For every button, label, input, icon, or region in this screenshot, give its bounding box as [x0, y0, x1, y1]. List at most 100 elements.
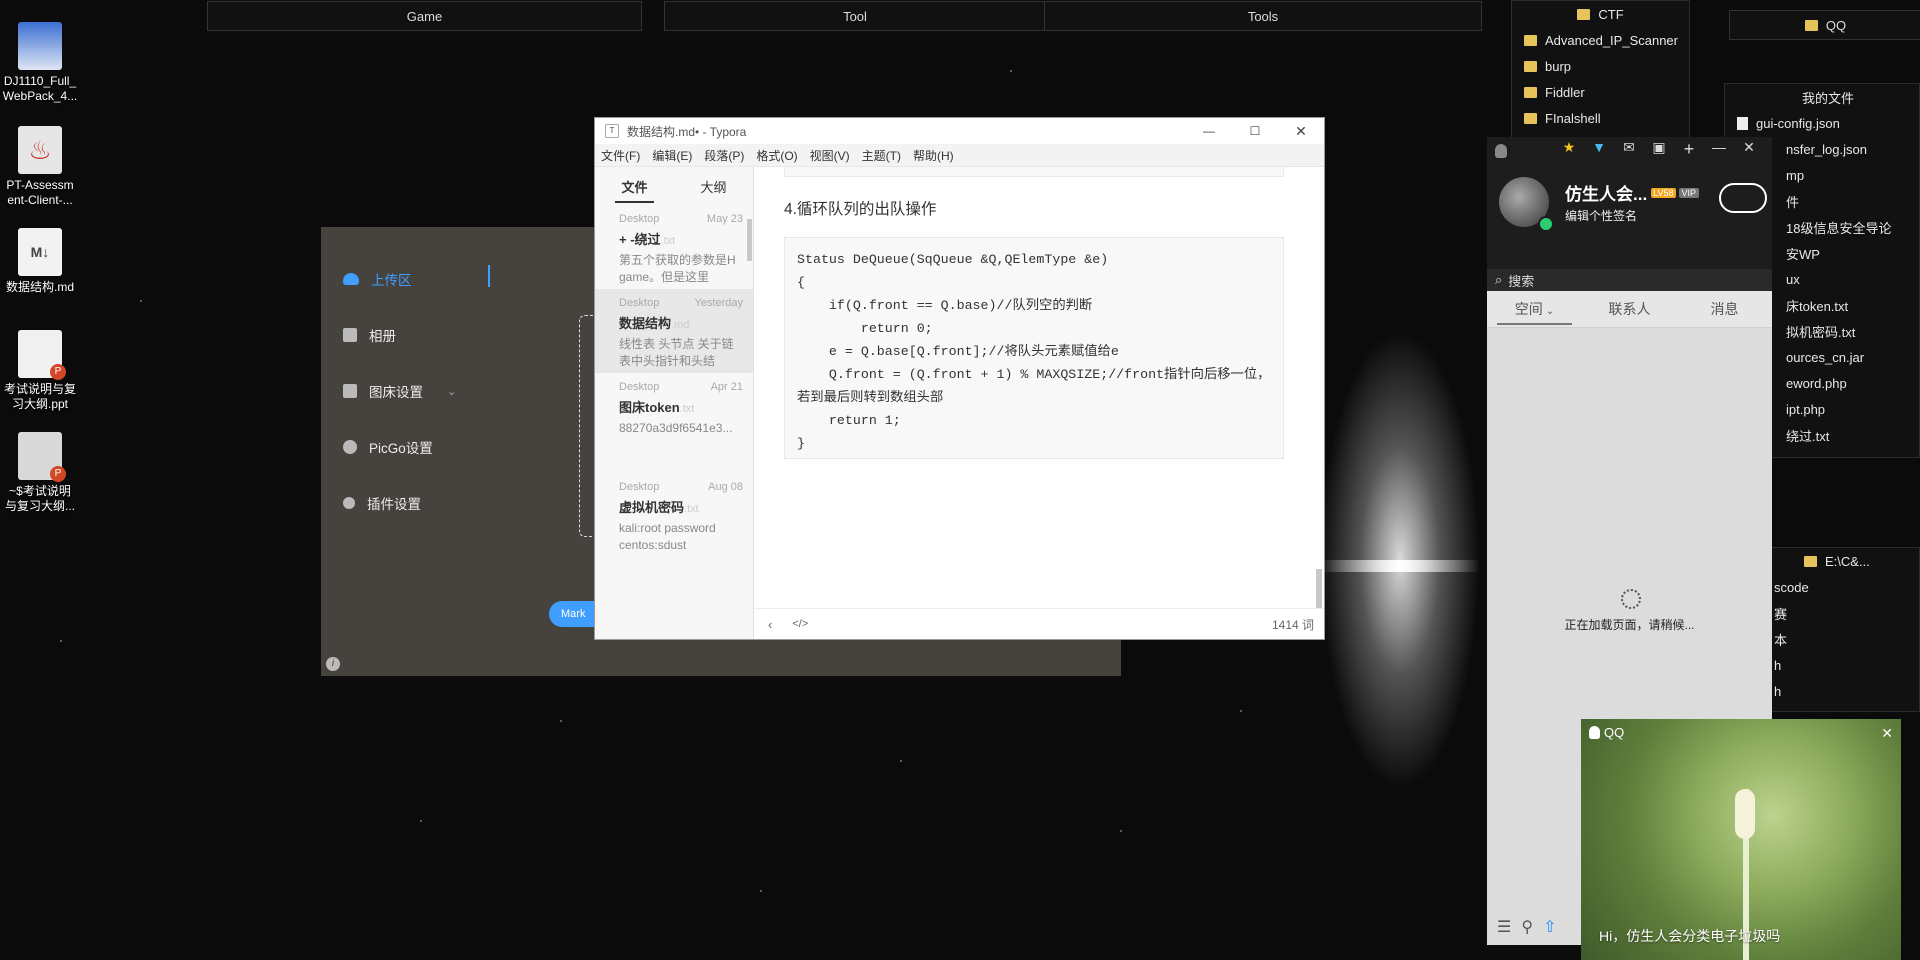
source-code-icon[interactable]: </> [792, 618, 808, 630]
file-name: + -绕过 [619, 232, 661, 247]
picgo-menu-upload[interactable]: 上传区 [343, 269, 412, 289]
menu-format[interactable]: 格式(O) [750, 147, 803, 164]
main-menu-icon[interactable]: ☰ [1497, 917, 1511, 937]
picgo-menu-hosting-settings[interactable]: 图床设置 ⌄ [343, 381, 456, 401]
tab-label: 大纲 [700, 179, 727, 195]
file-list-item[interactable]: Desktop May 23 + -绕过.txt 第五个获取的参数是H game。… [595, 205, 753, 289]
tab-label: 消息 [1710, 301, 1739, 317]
minimize-icon[interactable]: — [1704, 139, 1734, 160]
picgo-menu-settings[interactable]: PicGo设置 [343, 437, 433, 457]
fence-ctf-header: CTF [1524, 1, 1689, 27]
info-icon[interactable]: i [326, 657, 340, 671]
fence-item-label: burp [1545, 58, 1572, 74]
desktop-icon-ppt-temp[interactable]: P ~$考试说明 与复习大纲... [0, 432, 80, 514]
add-friend-icon[interactable]: ⚲ [1521, 917, 1533, 937]
typora-titlebar[interactable]: T 数据结构.md• - Typora — ☐ ✕ [595, 118, 1324, 144]
editor-scrollbar[interactable] [1316, 569, 1322, 609]
close-icon[interactable]: ✕ [1881, 725, 1893, 742]
fence-item[interactable]: FInalshell [1524, 105, 1689, 131]
skin-icon[interactable]: ▼ [1584, 139, 1614, 160]
qq-notification-popup[interactable]: QQ ✕ Hi，仿生人会分类电子垃圾吗 [1581, 719, 1901, 960]
file-list-item-active[interactable]: Desktop Yesterday 数据结构.md 线性表 头节点 关于链表中头指… [595, 289, 753, 373]
weather-cloud-icon[interactable] [1719, 183, 1767, 213]
tab-files[interactable]: 文件 [595, 177, 674, 203]
tab-label: 空间 [1514, 301, 1543, 317]
fence-item[interactable]: 本 [1774, 626, 1919, 652]
fence-item[interactable]: 赛 [1774, 600, 1919, 626]
tab-outline[interactable]: 大纲 [674, 177, 753, 196]
ppt-file-icon: P [18, 330, 66, 380]
fence-my-files-header: 我的文件 [1737, 84, 1919, 110]
app-icon[interactable]: ⇧ [1543, 917, 1556, 937]
search-input[interactable]: 搜索 [1508, 271, 1534, 290]
picgo-menu-plugins[interactable]: 插件设置 [343, 493, 421, 513]
add-icon[interactable]: + [1674, 139, 1704, 160]
menu-paragraph[interactable]: 段落(P) [698, 147, 750, 164]
sidebar-scrollbar[interactable] [747, 219, 752, 261]
menu-view[interactable]: 视图(V) [804, 147, 856, 164]
fence-item[interactable]: Fiddler [1524, 79, 1689, 105]
file-preview: 88270a3d9f6541e3... [619, 421, 733, 435]
file-list-item[interactable]: Desktop Aug 08 虚拟机密码.txt kali:root passwo… [595, 473, 753, 557]
mail-icon[interactable]: ✉ [1614, 139, 1644, 160]
fence-item-label: 拟机密码.txt [1786, 324, 1856, 340]
fence-game[interactable]: Game [207, 1, 642, 31]
ppt-file-icon: P [18, 432, 66, 482]
tab-contacts[interactable]: 联系人 [1582, 299, 1677, 319]
fence-tools[interactable]: Tools [1044, 1, 1482, 31]
close-icon[interactable]: ✕ [1734, 139, 1764, 160]
popup-message[interactable]: Hi，仿生人会分类电子垃圾吗 [1599, 926, 1780, 946]
file-date: May 23 [706, 213, 743, 225]
desktop-icon-md[interactable]: M↓ 数据结构.md [0, 228, 80, 295]
menu-edit[interactable]: 编辑(E) [646, 147, 698, 164]
fence-item[interactable]: gui-config.json [1737, 110, 1919, 136]
menu-help[interactable]: 帮助(H) [907, 147, 960, 164]
fence-item-label: ux [1786, 271, 1800, 287]
fence-qq[interactable]: QQ [1729, 10, 1920, 40]
nickname[interactable]: 仿生人会... [1565, 180, 1647, 205]
search-bar[interactable]: ⌕ 搜索 [1487, 269, 1772, 291]
fence-ctf[interactable]: CTF Advanced_IP_Scanner burp Fiddler FIn… [1511, 0, 1690, 140]
tab-underline [615, 200, 654, 203]
gear-icon [343, 440, 357, 454]
tab-space[interactable]: 空间 ⌄ [1487, 299, 1582, 325]
file-list-item[interactable]: Desktop Apr 21 图床token.txt 88270a3d9f6541… [595, 373, 753, 473]
chevron-down-icon: ⌄ [1545, 306, 1555, 317]
picgo-menu-label: 上传区 [371, 273, 412, 288]
file-location: Desktop [619, 481, 660, 493]
fence-item[interactable]: burp [1524, 53, 1689, 79]
signature-field[interactable]: 编辑个性签名 [1565, 207, 1637, 224]
typora-window[interactable]: T 数据结构.md• - Typora — ☐ ✕ 文件(F) 编辑(E) 段落… [594, 117, 1325, 640]
close-icon[interactable]: ✕ [1278, 123, 1324, 140]
fence-item-label: ipt.php [1786, 401, 1826, 417]
folder-icon [1524, 60, 1537, 72]
share-icon [343, 497, 355, 509]
star-icon[interactable]: ★ [1554, 139, 1584, 160]
folder-icon [1577, 8, 1591, 20]
chevron-left-icon[interactable]: ‹ [768, 617, 772, 632]
tab-messages[interactable]: 消息 [1677, 299, 1772, 319]
picgo-menu-album[interactable]: 相册 [343, 325, 396, 345]
maximize-icon[interactable]: ☐ [1232, 124, 1278, 138]
fence-item-label: h [1774, 657, 1782, 673]
minimize-icon[interactable]: — [1186, 124, 1232, 138]
menu-theme[interactable]: 主题(T) [856, 147, 907, 164]
fence-item[interactable]: Advanced_IP_Scanner [1524, 27, 1689, 53]
typora-editor[interactable]: 4.循环队列的出队操作 Status DeQueue(SqQueue &Q,QE… [754, 167, 1324, 609]
desktop-icon-ppt[interactable]: P 考试说明与复 习大纲.ppt [0, 330, 80, 412]
active-indicator [488, 265, 490, 287]
menu-file[interactable]: 文件(F) [595, 147, 646, 164]
fence-tool[interactable]: Tool [664, 1, 1046, 31]
fence-item[interactable]: h [1774, 652, 1919, 678]
file-location: Desktop [619, 297, 660, 309]
word-count[interactable]: 1414 词 [1272, 616, 1314, 633]
file-date: Yesterday [694, 297, 743, 309]
file-location: Desktop [619, 213, 660, 225]
markdown-button[interactable]: Mark [549, 601, 599, 627]
fence-item[interactable]: scode [1774, 574, 1919, 600]
desktop-icon-dj1110[interactable]: DJ1110_Full_ WebPack_4... [0, 22, 80, 104]
code-block[interactable]: Status DeQueue(SqQueue &Q,QElemType &e) … [784, 237, 1284, 459]
fence-item[interactable]: h [1774, 678, 1919, 704]
desktop-icon-pt-assessment[interactable]: ♨ PT-Assessm ent-Client-... [0, 126, 80, 208]
app-manager-icon[interactable]: ▣ [1644, 139, 1674, 160]
